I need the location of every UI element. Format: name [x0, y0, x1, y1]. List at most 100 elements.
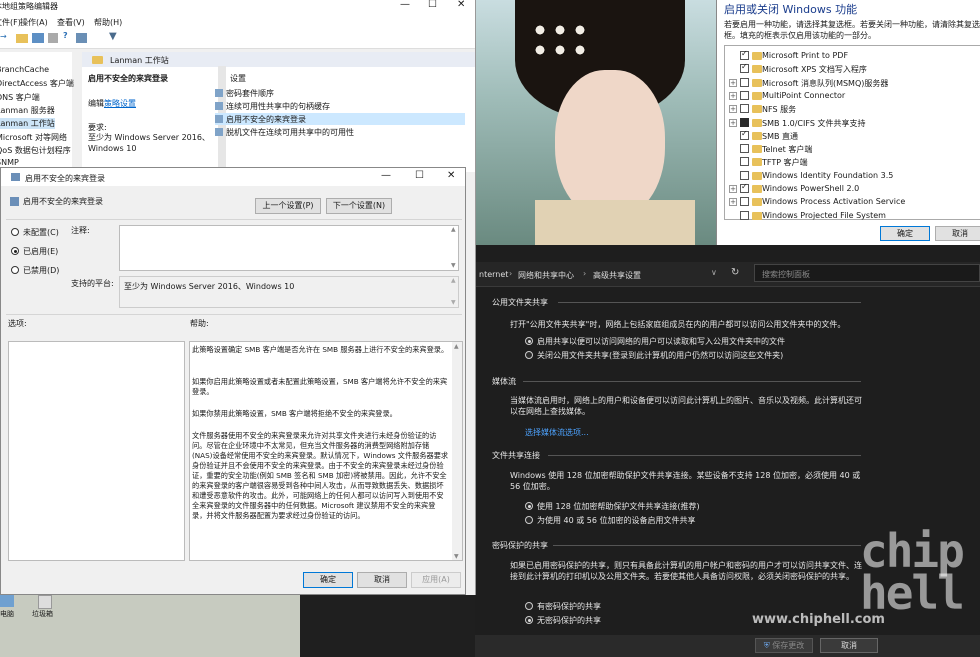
- features-ok-button[interactable]: 确定: [880, 226, 930, 241]
- expand-icon[interactable]: +: [729, 105, 737, 114]
- feature-item[interactable]: + NFS 服务: [725, 103, 980, 115]
- enabled-label[interactable]: 已启用(E): [23, 246, 58, 257]
- expand-icon[interactable]: +: [729, 198, 737, 207]
- settings-column-header[interactable]: 设置: [230, 73, 246, 84]
- dialog-ok-button[interactable]: 确定: [303, 572, 353, 588]
- feature-checkbox[interactable]: [740, 144, 749, 154]
- feature-checkbox[interactable]: [740, 49, 749, 60]
- setting-row[interactable]: 启用不安全的来宾登录: [215, 113, 465, 125]
- filter-icon[interactable]: ▼: [109, 31, 117, 42]
- feature-item[interactable]: Telnet 客户端: [725, 143, 980, 155]
- feature-checkbox[interactable]: [740, 117, 749, 127]
- feature-item[interactable]: Windows Projected File System: [725, 210, 980, 222]
- not-configured-radio[interactable]: [11, 228, 19, 236]
- help-scrollbar[interactable]: ▲ ▼: [452, 342, 462, 560]
- back-icon[interactable]: →: [0, 32, 7, 41]
- dialog-apply-button[interactable]: 应用(A): [411, 572, 461, 588]
- scroll-up-icon[interactable]: ▲: [451, 277, 456, 284]
- setting-row[interactable]: 脱机文件在连续可用共享中的可用性: [215, 126, 465, 138]
- pw-opt2-radio[interactable]: [525, 616, 533, 624]
- tree-item[interactable]: QoS 数据包计划程序: [0, 145, 71, 156]
- pw-opt1-label[interactable]: 有密码保护的共享: [537, 601, 601, 612]
- scroll-down-icon[interactable]: ▼: [451, 299, 456, 306]
- feature-checkbox[interactable]: [740, 104, 749, 114]
- public-opt1-label[interactable]: 启用共享以便可以访问网络的用户可以读取和写入公用文件夹中的文件: [537, 336, 785, 347]
- tree-item[interactable]: DNS 客户端: [0, 92, 40, 103]
- maximize-icon[interactable]: ☐: [415, 170, 424, 181]
- conn-opt2-radio[interactable]: [525, 516, 533, 524]
- disabled-label[interactable]: 已禁用(D): [23, 265, 59, 276]
- disabled-radio[interactable]: [11, 266, 19, 274]
- scroll-down-icon[interactable]: ▼: [454, 552, 459, 562]
- minimize-icon[interactable]: —: [400, 0, 410, 10]
- expand-icon[interactable]: +: [729, 78, 737, 87]
- tree-item[interactable]: SNMP: [0, 158, 19, 167]
- conn-opt2-label[interactable]: 为使用 40 或 56 位加密的设备启用文件共享: [537, 515, 696, 526]
- maximize-icon[interactable]: ☐: [428, 0, 437, 10]
- feature-checkbox[interactable]: [740, 129, 749, 140]
- feature-checkbox[interactable]: [740, 77, 749, 87]
- expand-icon[interactable]: +: [729, 91, 737, 100]
- expand-icon[interactable]: +: [729, 185, 737, 193]
- not-configured-label[interactable]: 未配置(C): [23, 227, 59, 238]
- feature-checkbox[interactable]: [740, 90, 749, 100]
- close-icon[interactable]: ✕: [447, 170, 455, 181]
- breadcrumb-item[interactable]: nternet: [479, 270, 508, 279]
- setting-row[interactable]: 密码套件顺序: [215, 87, 465, 99]
- feature-checkbox[interactable]: [740, 157, 749, 167]
- dialog-cancel-button[interactable]: 取消: [357, 572, 407, 588]
- public-opt2-label[interactable]: 关闭公用文件夹共享(登录到此计算机的用户仍然可以访问这些文件夹): [537, 350, 783, 361]
- scroll-up-icon[interactable]: ▲: [454, 342, 459, 352]
- recycle-bin-icon[interactable]: [38, 595, 52, 609]
- feature-item[interactable]: + Microsoft 消息队列(MSMQ)服务器: [725, 77, 980, 89]
- close-icon[interactable]: ✕: [457, 0, 465, 10]
- feature-item[interactable]: TFTP 客户端: [725, 156, 980, 168]
- feature-item[interactable]: Microsoft XPS 文档写入程序: [725, 62, 980, 75]
- help-icon[interactable]: ?: [63, 31, 68, 40]
- feature-checkbox[interactable]: [740, 170, 749, 180]
- pw-opt1-radio[interactable]: [525, 602, 533, 610]
- tree-item[interactable]: BranchCache: [0, 65, 49, 74]
- chevron-down-icon[interactable]: ∨: [711, 268, 717, 277]
- menu-file[interactable]: 文件(F): [0, 17, 21, 28]
- scroll-down-icon[interactable]: ▼: [451, 262, 456, 269]
- desktop-icon-label[interactable]: 垃圾箱: [32, 609, 53, 619]
- tree-item[interactable]: DirectAccess 客户端: [0, 78, 74, 89]
- view-icon[interactable]: [32, 33, 44, 43]
- feature-checkbox[interactable]: [740, 197, 749, 207]
- feature-checkbox[interactable]: [740, 210, 749, 220]
- edit-policy-link[interactable]: 策略设置: [104, 98, 136, 109]
- feature-item[interactable]: + Windows Process Activation Service: [725, 196, 980, 208]
- tree-item[interactable]: Lanman 服务器: [0, 105, 55, 116]
- pw-opt2-label[interactable]: 无密码保护的共享: [537, 615, 601, 626]
- feature-item[interactable]: + SMB 1.0/CIFS 文件共享支持: [725, 117, 980, 129]
- menu-action[interactable]: 操作(A): [20, 17, 48, 28]
- comment-textarea[interactable]: ▲ ▼: [119, 225, 459, 271]
- public-opt2-radio[interactable]: [525, 351, 533, 359]
- computer-icon[interactable]: [0, 595, 14, 607]
- menu-help[interactable]: 帮助(H): [94, 17, 122, 28]
- next-setting-button[interactable]: 下一个设置(N): [326, 198, 392, 214]
- features-cancel-button[interactable]: 取消: [935, 226, 980, 241]
- expand-icon[interactable]: +: [729, 118, 737, 127]
- minimize-icon[interactable]: —: [381, 170, 391, 181]
- conn-opt1-radio[interactable]: [525, 502, 533, 510]
- search-input[interactable]: 搜索控制面板: [754, 264, 980, 282]
- media-options-link[interactable]: 选择媒体流选项...: [525, 427, 589, 438]
- folder-up-icon[interactable]: [16, 34, 28, 43]
- tree-item[interactable]: Lanman 工作站: [0, 118, 55, 130]
- breadcrumb-item[interactable]: 高级共享设置: [593, 270, 641, 281]
- feature-item[interactable]: Microsoft Print to PDF: [725, 49, 980, 62]
- refresh-icon[interactable]: ↻: [731, 267, 739, 278]
- feature-item[interactable]: Windows Identity Foundation 3.5: [725, 170, 980, 182]
- feature-checkbox[interactable]: [740, 182, 749, 193]
- public-opt1-radio[interactable]: [525, 337, 533, 345]
- breadcrumb-item[interactable]: 网络和共享中心: [518, 270, 574, 281]
- scroll-up-icon[interactable]: ▲: [451, 226, 456, 233]
- feature-item[interactable]: + Windows PowerShell 2.0: [725, 182, 980, 195]
- tree-item[interactable]: Microsoft 对等网络: [0, 132, 67, 143]
- feature-item[interactable]: SMB 直通: [725, 129, 980, 142]
- export-icon[interactable]: [48, 33, 58, 43]
- previous-setting-button[interactable]: 上一个设置(P): [255, 198, 321, 214]
- conn-opt1-label[interactable]: 使用 128 位加密帮助保护文件共享连接(推荐): [537, 501, 700, 512]
